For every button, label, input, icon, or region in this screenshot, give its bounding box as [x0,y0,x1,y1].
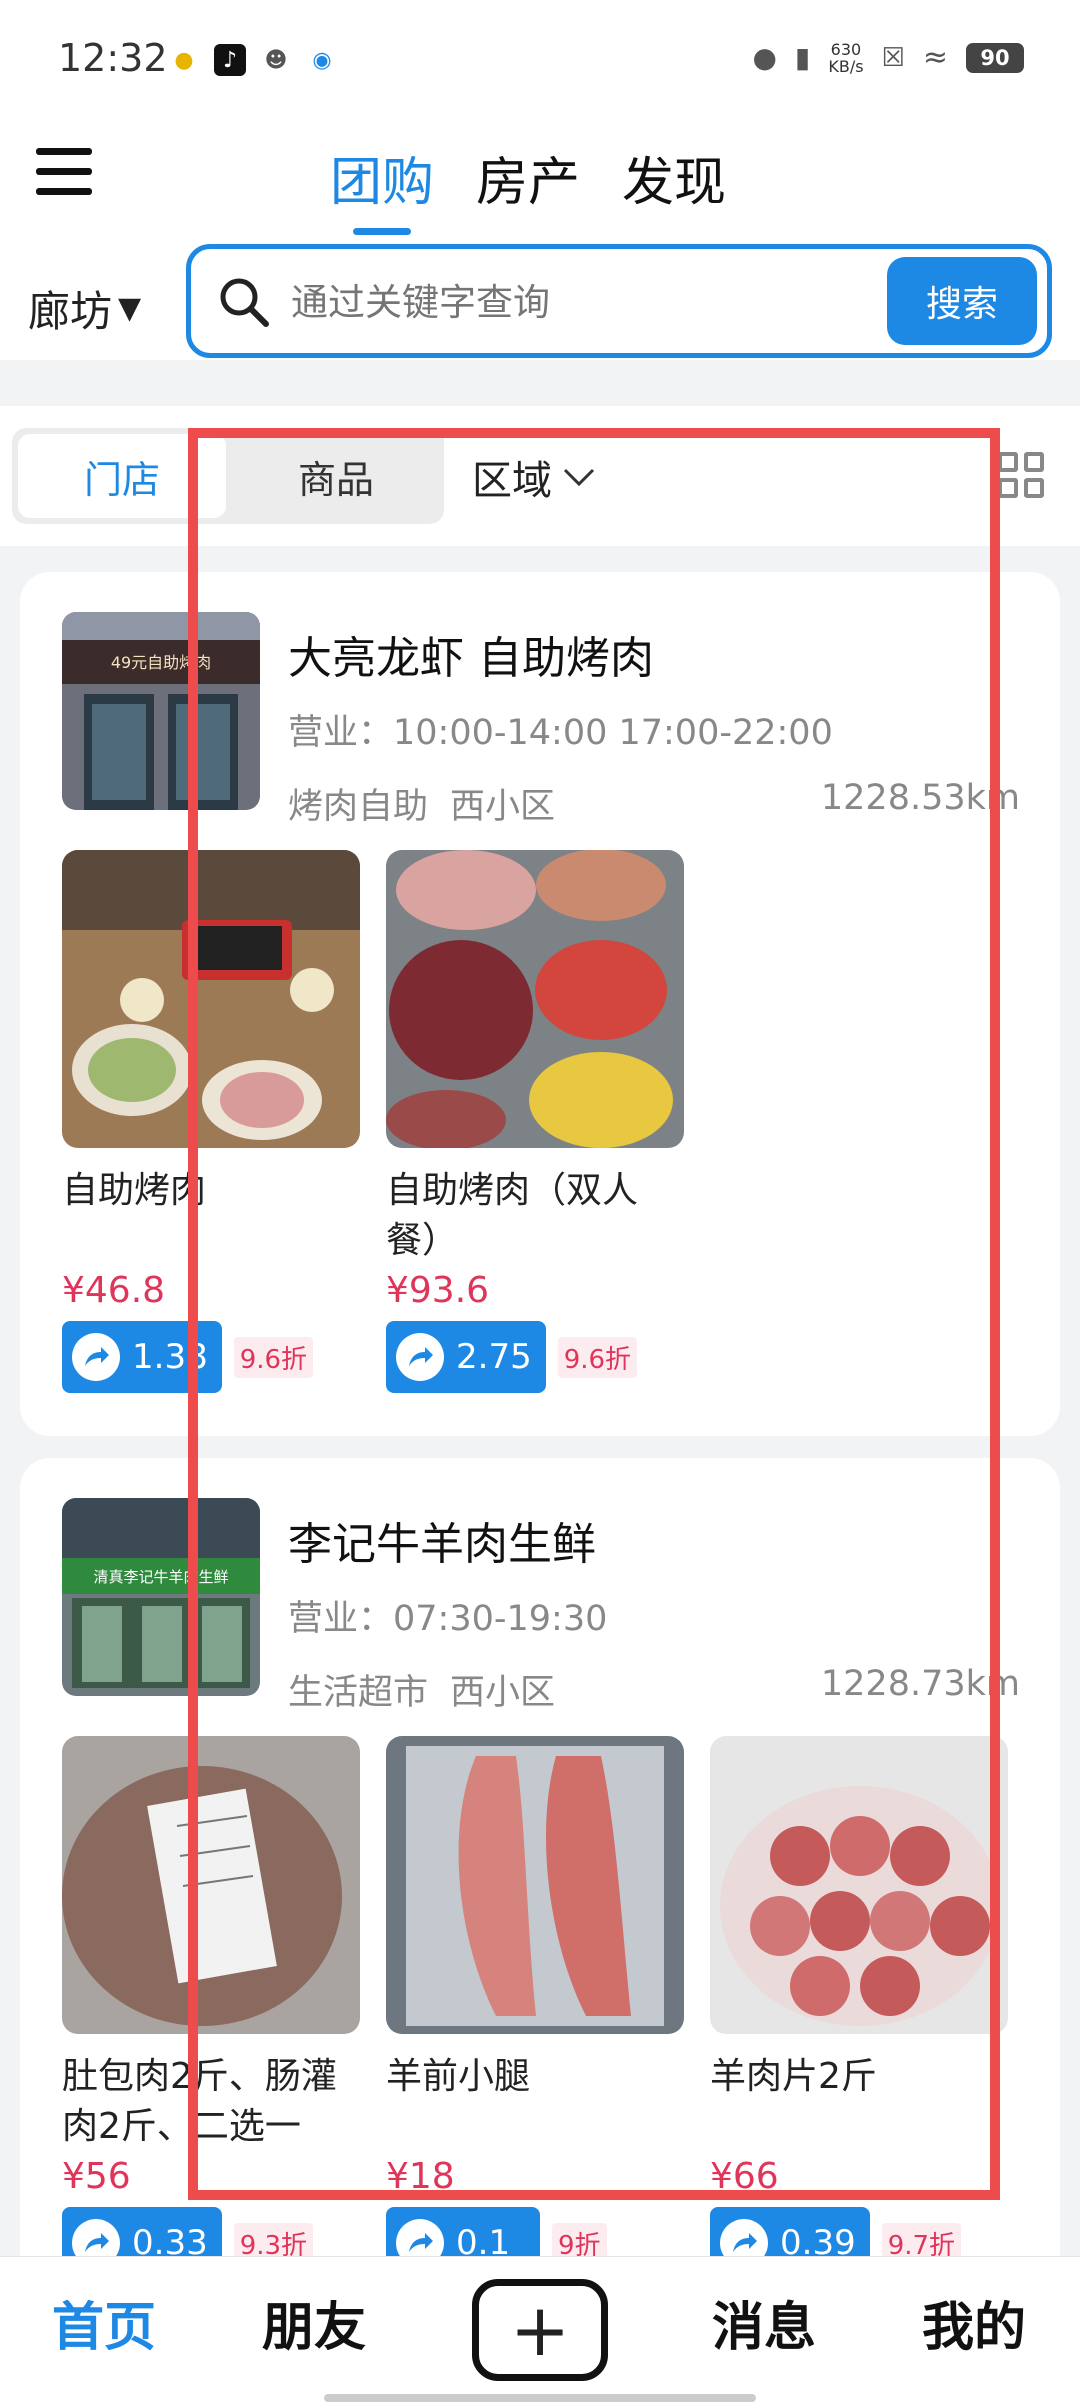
nav-messages[interactable]: 消息 [712,2285,816,2360]
store-photo: 49元自助烤肉 [62,612,260,810]
status-bar: 12:32 ● ♪ ☻ ◉ ● ▮ 630 KB/s ☒ ≈ 90 [0,0,1080,120]
store-card[interactable]: 49元自助烤肉 大亮龙虾 自助烤肉 营业：10:00-14:00 17:00-2… [20,572,1060,1436]
product-item[interactable]: 自助烤肉 ¥46.8 1.38 9.6折 [62,850,360,1393]
store-name: 李记牛羊肉生鲜 [288,1519,596,1570]
tab-real-estate[interactable]: 房产 [476,140,580,235]
discount-badge: 9.6折 [557,1336,638,1378]
product-price: ¥56 [62,2156,131,2197]
region-dropdown[interactable]: 区域 [472,448,596,506]
store-tags: 生活超市 西小区 [288,1664,555,1715]
store-distance: 1228.73km [820,1664,1020,1704]
tab-goods[interactable]: 商品 [228,428,444,524]
share-button[interactable]: 1.38 [62,1321,222,1393]
store-goods-toggle: 门店 商品 [12,428,444,524]
product-footer: 2.75 9.6折 [386,1321,684,1393]
store-sign-text: 49元自助烤肉 [111,653,211,672]
net-speed-unit: KB/s [828,56,864,76]
net-speed-value: 630 [830,39,862,59]
tab-store[interactable]: 门店 [18,434,226,518]
no-sim-icon: ☒ [881,42,905,73]
chat-notification-icon: ● [174,47,194,73]
grid-view-icon[interactable] [998,452,1044,498]
store-sign-text: 清真李记牛羊肉生鲜 [93,1568,228,1586]
product-name: 自助烤肉 [62,1170,207,1211]
product-item[interactable]: 自助烤肉（双人餐） ¥93.6 2.75 9.6折 [386,850,684,1393]
store-category: 生活超市 [288,1673,429,1713]
tiktok-icon: ♪ [214,44,246,76]
wifi-icon: ≈ [922,40,948,75]
share-amount: 2.75 [456,1337,532,1377]
product-item[interactable]: 羊肉片2斤 ¥66 0.39 9.7折 [710,1736,1008,2279]
notification-icons: ● ♪ ☻ ◉ [168,44,338,76]
cat-app-icon: ☻ [264,47,288,73]
menu-icon[interactable] [36,148,92,198]
home-indicator[interactable] [324,2394,756,2402]
product-image [386,1736,684,2034]
header: 团购 房产 发现 廊坊 ▼ 搜索 [0,120,1080,360]
search-button[interactable]: 搜索 [887,257,1037,345]
store-category: 烤肉自助 [288,787,429,827]
product-footer: 1.38 9.6折 [62,1321,360,1393]
search-icon [220,278,269,327]
share-arrow-icon [396,1333,444,1381]
location-icon: ● [752,41,777,74]
tab-discover[interactable]: 发现 [622,140,726,235]
product-item[interactable]: 羊前小腿 ¥18 0.1 9折 [386,1736,684,2279]
product-name: 羊前小腿 [386,2056,531,2097]
product-name: 自助烤肉（双人餐） [386,1170,639,1261]
product-item[interactable]: 肚包肉2斤、肠灌肉2斤、二选一 ¥56 0.33 9.3折 [62,1736,360,2279]
nav-friends[interactable]: 朋友 [262,2285,366,2360]
store-hours: 营业：07:30-19:30 [288,1599,608,1639]
vibrate-icon: ▮ [794,41,811,74]
product-image [62,850,360,1148]
store-area: 西小区 [450,787,556,827]
product-price: ¥18 [386,2156,455,2197]
region-label: 区域 [472,458,552,504]
product-price: ¥66 [710,2156,779,2197]
share-arrow-icon [72,1333,120,1381]
search-box: 搜索 [186,244,1052,358]
filter-row: 门店 商品 区域 [0,406,1080,546]
discount-badge: 9.6折 [233,1336,314,1378]
store-tags: 烤肉自助 西小区 [288,778,555,829]
city-selector[interactable]: 廊坊 ▼ [28,278,141,339]
battery-icon: 90 [966,42,1024,73]
chevron-down-icon [563,468,595,487]
system-status: ● ▮ 630 KB/s ☒ ≈ 90 [752,40,1024,75]
store-hours: 营业：10:00-14:00 17:00-22:00 [288,713,833,753]
lock-app-icon: ◉ [312,47,332,73]
store-name: 大亮龙虾 自助烤肉 [288,633,654,684]
top-tabs: 团购 房产 发现 [330,140,726,235]
caret-down-icon: ▼ [118,291,142,326]
add-button[interactable]: + [472,2279,608,2381]
status-time: 12:32 [58,36,168,80]
net-speed: 630 KB/s [828,41,863,75]
store-photo: 清真李记牛羊肉生鲜 [62,1498,260,1696]
nav-home[interactable]: 首页 [52,2285,156,2360]
product-image [386,850,684,1148]
product-price: ¥46.8 [62,1270,166,1311]
share-button[interactable]: 2.75 [386,1321,546,1393]
store-area: 西小区 [450,1673,556,1713]
product-name: 肚包肉2斤、肠灌肉2斤、二选一 [62,2056,337,2147]
search-input[interactable] [291,269,851,335]
product-price: ¥93.6 [386,1270,490,1311]
share-amount: 1.38 [132,1337,208,1377]
bottom-nav: 首页 朋友 + 消息 我的 [0,2256,1080,2408]
product-image [710,1736,1008,2034]
product-image [62,1736,360,2034]
city-label: 廊坊 [28,287,113,336]
store-distance: 1228.53km [820,778,1020,818]
nav-mine[interactable]: 我的 [922,2285,1026,2360]
tab-group-buy[interactable]: 团购 [330,140,434,235]
product-name: 羊肉片2斤 [710,2056,877,2097]
